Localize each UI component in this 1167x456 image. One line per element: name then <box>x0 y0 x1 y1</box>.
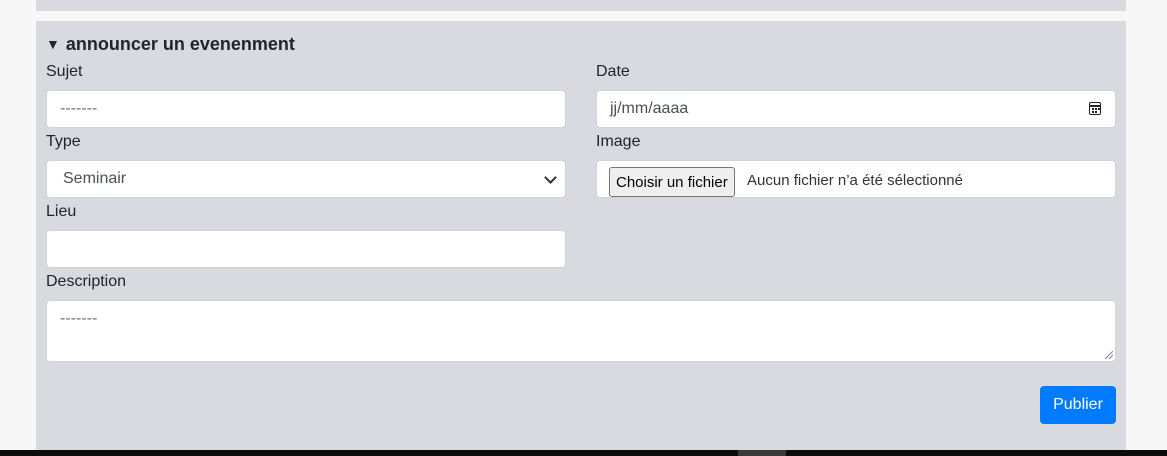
choose-file-button[interactable]: Choisir un fichier <box>609 167 735 197</box>
resize-handle[interactable] <box>1105 351 1113 359</box>
previous-panel <box>36 0 1126 11</box>
chevron-down-icon <box>544 171 557 184</box>
date-label: Date <box>596 63 630 80</box>
type-selected-value: Seminair <box>63 170 127 187</box>
calendar-icon[interactable] <box>1089 102 1101 115</box>
triangle-down-icon: ▼ <box>46 36 60 52</box>
lieu-input[interactable] <box>46 230 566 268</box>
bottom-bar <box>0 450 1167 456</box>
sujet-label: Sujet <box>46 63 83 80</box>
sujet-placeholder: ------- <box>60 100 98 117</box>
sujet-input[interactable]: ------- <box>46 90 566 128</box>
type-select[interactable]: Seminair <box>46 160 566 198</box>
description-textarea[interactable]: ------- <box>46 300 1116 362</box>
date-placeholder: jj/mm/aaaa <box>610 100 689 117</box>
event-form-panel: ▼ announcer un evenenment Sujet ------- … <box>36 21 1126 450</box>
description-placeholder: ------- <box>60 310 98 327</box>
file-status-text: Aucun fichier n’a été sélectionné <box>747 172 963 189</box>
section-toggle[interactable]: ▼ announcer un evenenment <box>46 33 295 55</box>
lieu-label: Lieu <box>46 203 77 220</box>
image-label: Image <box>596 133 641 150</box>
image-file-input: Choisir un fichier Aucun fichier n’a été… <box>596 160 1116 198</box>
section-title: announcer un evenenment <box>65 34 295 54</box>
publish-button[interactable]: Publier <box>1040 386 1116 424</box>
type-label: Type <box>46 133 81 150</box>
description-label: Description <box>46 273 127 290</box>
bottom-bar-marker <box>738 450 786 456</box>
date-input[interactable]: jj/mm/aaaa <box>596 90 1116 128</box>
